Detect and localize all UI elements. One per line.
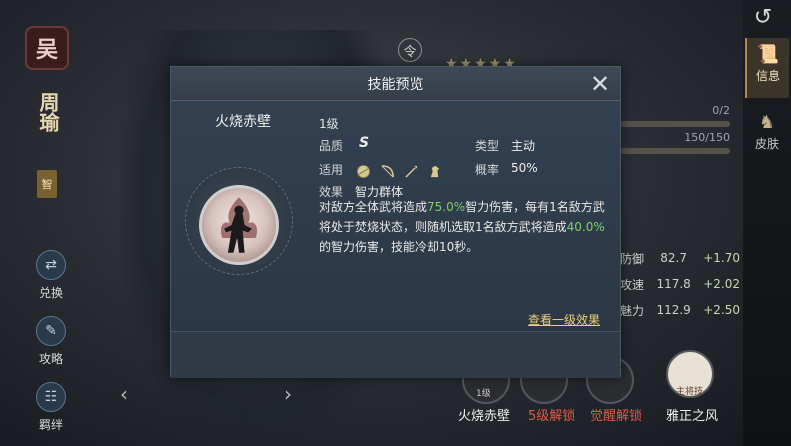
- type-label: 类型: [475, 139, 500, 153]
- damage-pct-2: 40.0%: [566, 220, 605, 234]
- modal-body: 火烧赤壁 1级 品质 S 类型 主动 适用 概率 50% 效果 智力群体 对敌方…: [171, 101, 620, 331]
- bond-button[interactable]: ☷ 羁绊: [28, 382, 74, 433]
- skill-label-1: 火烧赤壁: [458, 409, 511, 424]
- stat-row: 攻速 117.8 +2.02: [620, 277, 740, 292]
- prev-arrow-icon[interactable]: ‹: [120, 382, 128, 406]
- skill-description: 对敌方全体武将造成75.0%智力伤害，每有1名敌方武将处于焚烧状态，则随机选取1…: [319, 200, 605, 254]
- level-badge: 1级: [476, 389, 491, 399]
- left-column: 吴 周瑜 智 ⇄ 兑换 ✎ 攻略 ☷ 羁绊: [10, 18, 74, 446]
- stat-row: 防御 82.7 +1.70: [620, 251, 740, 266]
- order-icon[interactable]: 令: [398, 38, 422, 62]
- skill-level: 1级: [319, 117, 339, 131]
- progress-bar: [620, 121, 730, 127]
- modal-footer: [171, 331, 620, 378]
- quality-value: S: [359, 135, 370, 151]
- general-name: 周瑜: [36, 92, 60, 132]
- captain-tag: 主将技: [676, 387, 704, 397]
- scroll-icon: 📜: [756, 44, 780, 65]
- exchange-icon: ⇄: [36, 250, 66, 280]
- bond-icon: ☷: [36, 382, 66, 412]
- progress-bar: [620, 148, 730, 154]
- exchange-button[interactable]: ⇄ 兑换: [28, 250, 74, 301]
- stats-panel: 防御 82.7 +1.70 攻速 117.8 +2.02 魅力 112.9 +2…: [620, 245, 740, 323]
- view-level-effect-link[interactable]: 查看一级效果: [528, 311, 600, 328]
- skin-icon: ♞: [758, 112, 776, 133]
- type-value: 主动: [511, 139, 536, 153]
- rate-value: 50%: [511, 161, 538, 175]
- skill-label-3: 觉醒解锁: [590, 409, 643, 424]
- stat-row: 魅力 112.9 +2.50: [620, 303, 740, 318]
- spear-icon: [403, 163, 419, 179]
- next-arrow-icon[interactable]: ›: [284, 382, 292, 406]
- damage-pct-1: 75.0%: [427, 200, 466, 214]
- skill-label-2: 5级解锁: [528, 409, 576, 424]
- rate-label: 概率: [475, 163, 500, 177]
- tab-info[interactable]: 📜 信息: [745, 38, 789, 98]
- guide-icon: ✎: [36, 316, 66, 346]
- modal-header: 技能预览 ✕: [171, 67, 620, 101]
- right-tabbar: ↺ 📜 信息 ♞ 皮肤: [743, 0, 791, 446]
- tab-skin[interactable]: ♞ 皮肤: [745, 106, 789, 166]
- skill-portrait-icon: [199, 185, 279, 265]
- weapon-types: [355, 163, 443, 179]
- skill-preview-modal: 技能预览 ✕ 火烧赤壁 1级 品质 S 类型 主动 适用 概率 50% 效果 智…: [170, 66, 621, 378]
- quality-label: 品质: [319, 139, 344, 153]
- attribute-tag: 智: [37, 170, 57, 198]
- bow-icon: [379, 163, 395, 179]
- progress-area: 0/2 150/150: [620, 104, 730, 158]
- horse-icon: [427, 163, 443, 179]
- apply-label: 适用: [319, 163, 344, 177]
- shield-icon: [355, 163, 371, 179]
- skill-label-4: 雅正之风: [666, 409, 719, 424]
- back-arrow-icon[interactable]: ↺: [745, 6, 781, 30]
- skill-name: 火烧赤壁: [215, 114, 271, 130]
- faction-badge: 吴: [25, 26, 69, 70]
- close-icon[interactable]: ✕: [586, 69, 614, 99]
- modal-title: 技能预览: [367, 76, 424, 93]
- guide-button[interactable]: ✎ 攻略: [28, 316, 74, 367]
